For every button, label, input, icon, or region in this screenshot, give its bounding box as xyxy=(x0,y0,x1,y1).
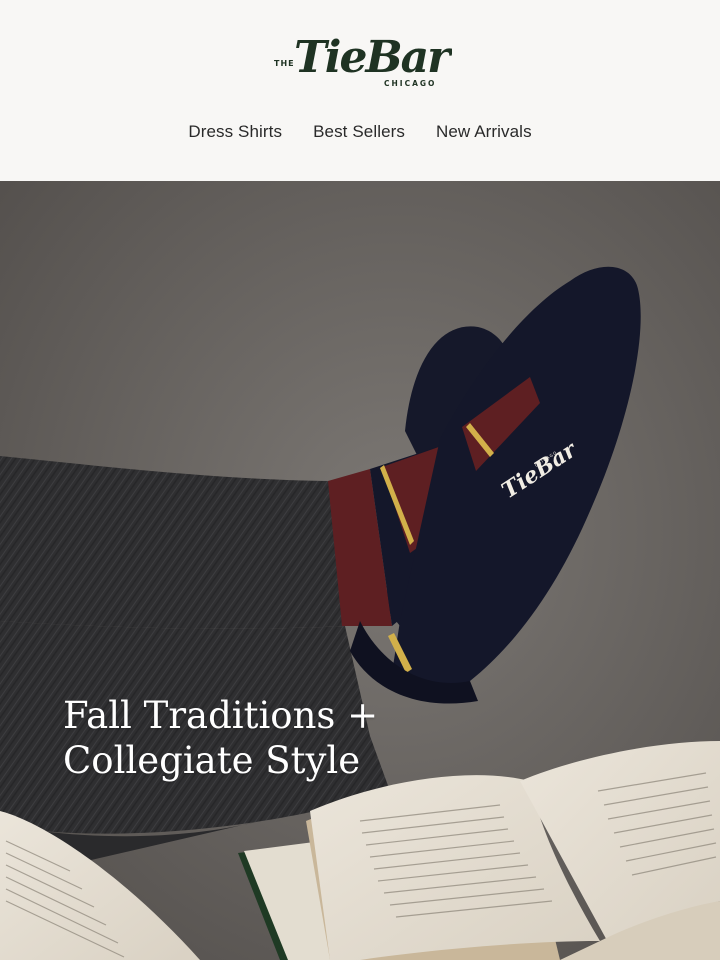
trouser-upper-leg xyxy=(0,456,345,629)
hero-headline-line-1: Fall Traditions + xyxy=(63,694,379,737)
nav-item-dress-shirts[interactable]: Dress Shirts xyxy=(188,122,282,142)
logo-prefix: THE xyxy=(274,59,295,68)
tiebar-logo[interactable]: THE TieBar CHICAGO xyxy=(268,20,452,92)
logo-city: CHICAGO xyxy=(384,79,436,88)
nav-item-best-sellers[interactable]: Best Sellers xyxy=(313,122,405,142)
main-nav: Dress Shirts Best Sellers New Arrivals xyxy=(0,122,720,142)
email-header: THE TieBar CHICAGO Dress Shirts Best Sel… xyxy=(0,0,720,181)
nav-item-new-arrivals[interactable]: New Arrivals xyxy=(436,122,532,142)
tiebar-logo-mark: THE TieBar CHICAGO xyxy=(274,32,452,88)
hero-headline: Fall Traditions + Collegiate Style xyxy=(63,693,483,783)
hero-banner[interactable]: TieBar CHICAGO Fall Traditions + Collegi… xyxy=(0,181,720,960)
logo-wordmark: TieBar xyxy=(294,32,452,83)
hero-headline-line-2: Collegiate Style xyxy=(63,739,361,782)
hero-image: TieBar CHICAGO xyxy=(0,181,720,960)
